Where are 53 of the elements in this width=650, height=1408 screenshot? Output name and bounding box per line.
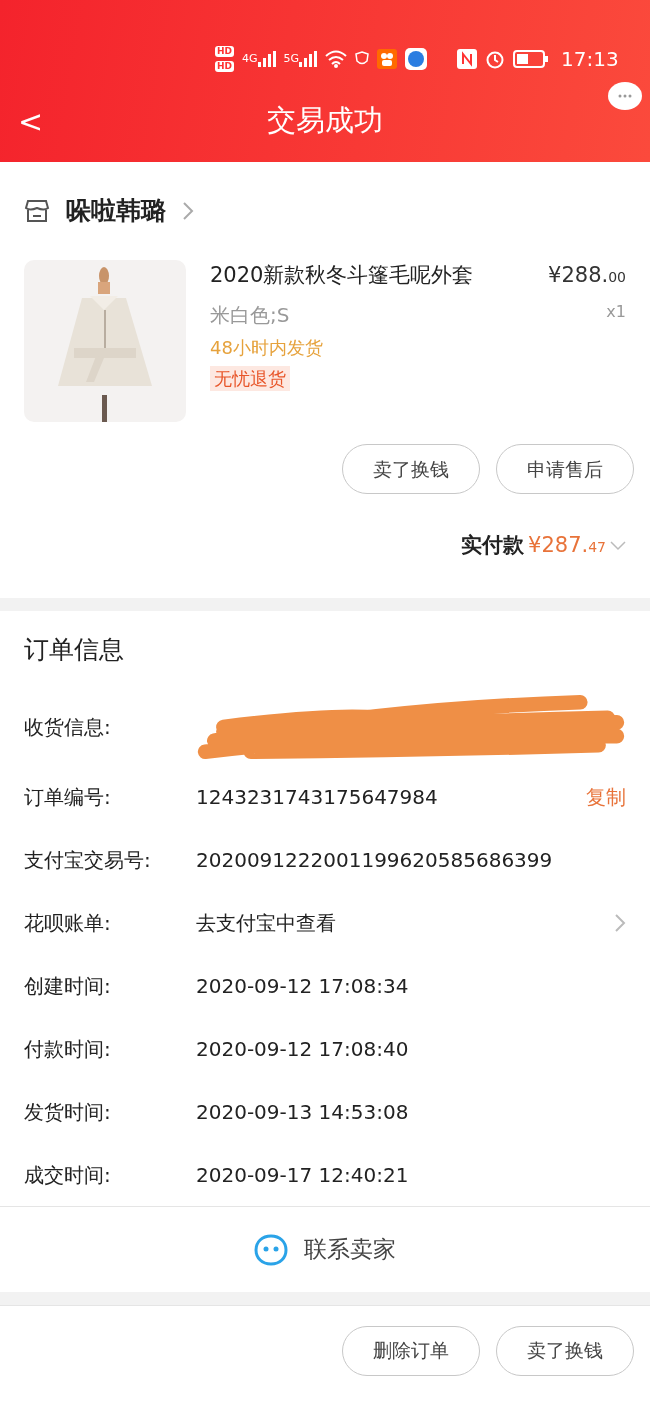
app-icon [405, 48, 428, 70]
field-label: 发货时间: [24, 1098, 112, 1126]
nfc-icon [457, 49, 478, 69]
action-button[interactable]: 申请售后 [496, 444, 634, 494]
sim-label: HD [215, 61, 234, 72]
action-button[interactable]: 卖了换钱 [496, 1325, 634, 1376]
back-button[interactable]: < [8, 98, 54, 144]
signal-icon [257, 50, 276, 67]
signal-icon [299, 50, 318, 67]
app-icon [377, 49, 398, 69]
return-tag: 无忧退货 [210, 365, 290, 391]
network-label: 5G [283, 50, 300, 67]
alarm-icon [485, 49, 506, 69]
product-price: ¥288.00 [548, 262, 626, 289]
wifi-icon [325, 50, 348, 68]
field-value: 2020-09-13 14:53:08 [196, 1098, 410, 1126]
field-label: 花呗账单: [24, 909, 112, 937]
battery-icon [513, 50, 550, 68]
shield-icon [355, 51, 370, 67]
field-value: 2020-09-17 12:40:21 [196, 1161, 410, 1189]
contact-seller-link[interactable]: 联系卖家 [304, 1232, 396, 1267]
field-label: 付款时间: [24, 1035, 112, 1063]
field-value: 1243231743175647984 [196, 783, 439, 811]
sim-label: HD [215, 46, 234, 57]
product-variant: 米白色;S [210, 301, 290, 329]
field-value: 2020-09-12 17:08:40 [196, 1035, 410, 1063]
chevron-right-icon [614, 912, 626, 933]
page-title: 交易成功 [267, 102, 383, 140]
quantity: x1 [606, 300, 626, 323]
field-label: 创建时间: [24, 972, 112, 1000]
network-label: 4G [242, 50, 258, 67]
section-title: 订单信息 [24, 634, 124, 667]
field-label: 收货信息: [24, 714, 112, 741]
field-value: 2020-09-12 17:08:34 [196, 972, 410, 1000]
paid-amount: ¥287.47 [528, 532, 606, 560]
shipping-note: 48小时内发货 [210, 335, 324, 360]
field-label: 订单编号: [24, 783, 112, 811]
chat-face-icon [254, 1233, 288, 1266]
store-name[interactable]: 哚啦韩璐 [66, 192, 166, 230]
action-button[interactable]: 删除订单 [342, 1325, 480, 1376]
action-button[interactable]: 卖了换钱 [342, 444, 480, 494]
product-title: 2020新款秋冬斗篷毛呢外套 [210, 262, 474, 289]
chevron-right-icon [182, 201, 194, 221]
field-label: 成交时间: [24, 1161, 112, 1189]
field-value[interactable]: 去支付宝中查看 [196, 907, 614, 938]
store-icon [24, 199, 50, 223]
field-value: 2020091222001199620585686399 [196, 846, 554, 874]
field-label: 支付宝交易号: [24, 846, 152, 874]
chevron-down-icon[interactable] [610, 541, 626, 551]
ellipsis-icon [618, 94, 632, 98]
paid-label: 实付款 [461, 532, 525, 560]
more-button[interactable] [608, 82, 642, 110]
clock-time: 17:13 [561, 46, 619, 73]
